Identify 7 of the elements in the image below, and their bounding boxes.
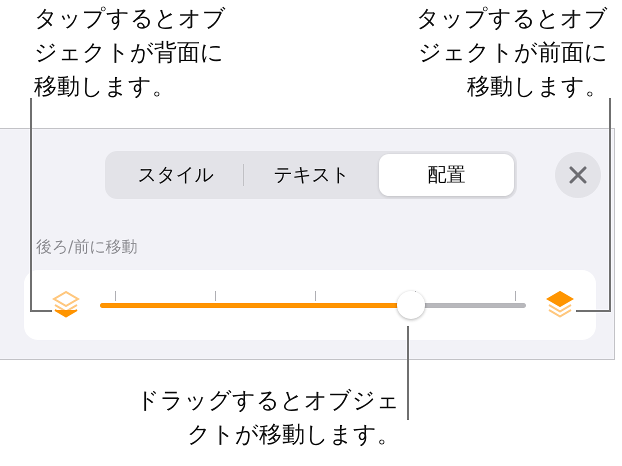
tab[interactable]: スタイル — [108, 154, 243, 196]
callout-text: タップするとオブジェクトが前面に移動します。 — [415, 5, 608, 102]
callout-text: ドラッグするとオブジェクトが移動します。 — [135, 387, 400, 450]
section-label: 後ろ/前に移動 — [36, 237, 138, 258]
callout-text: タップするとオブジェクトが背面に移動します。 — [34, 5, 227, 102]
tab[interactable]: テキスト — [244, 154, 379, 196]
tab[interactable]: 配置 — [379, 154, 514, 196]
